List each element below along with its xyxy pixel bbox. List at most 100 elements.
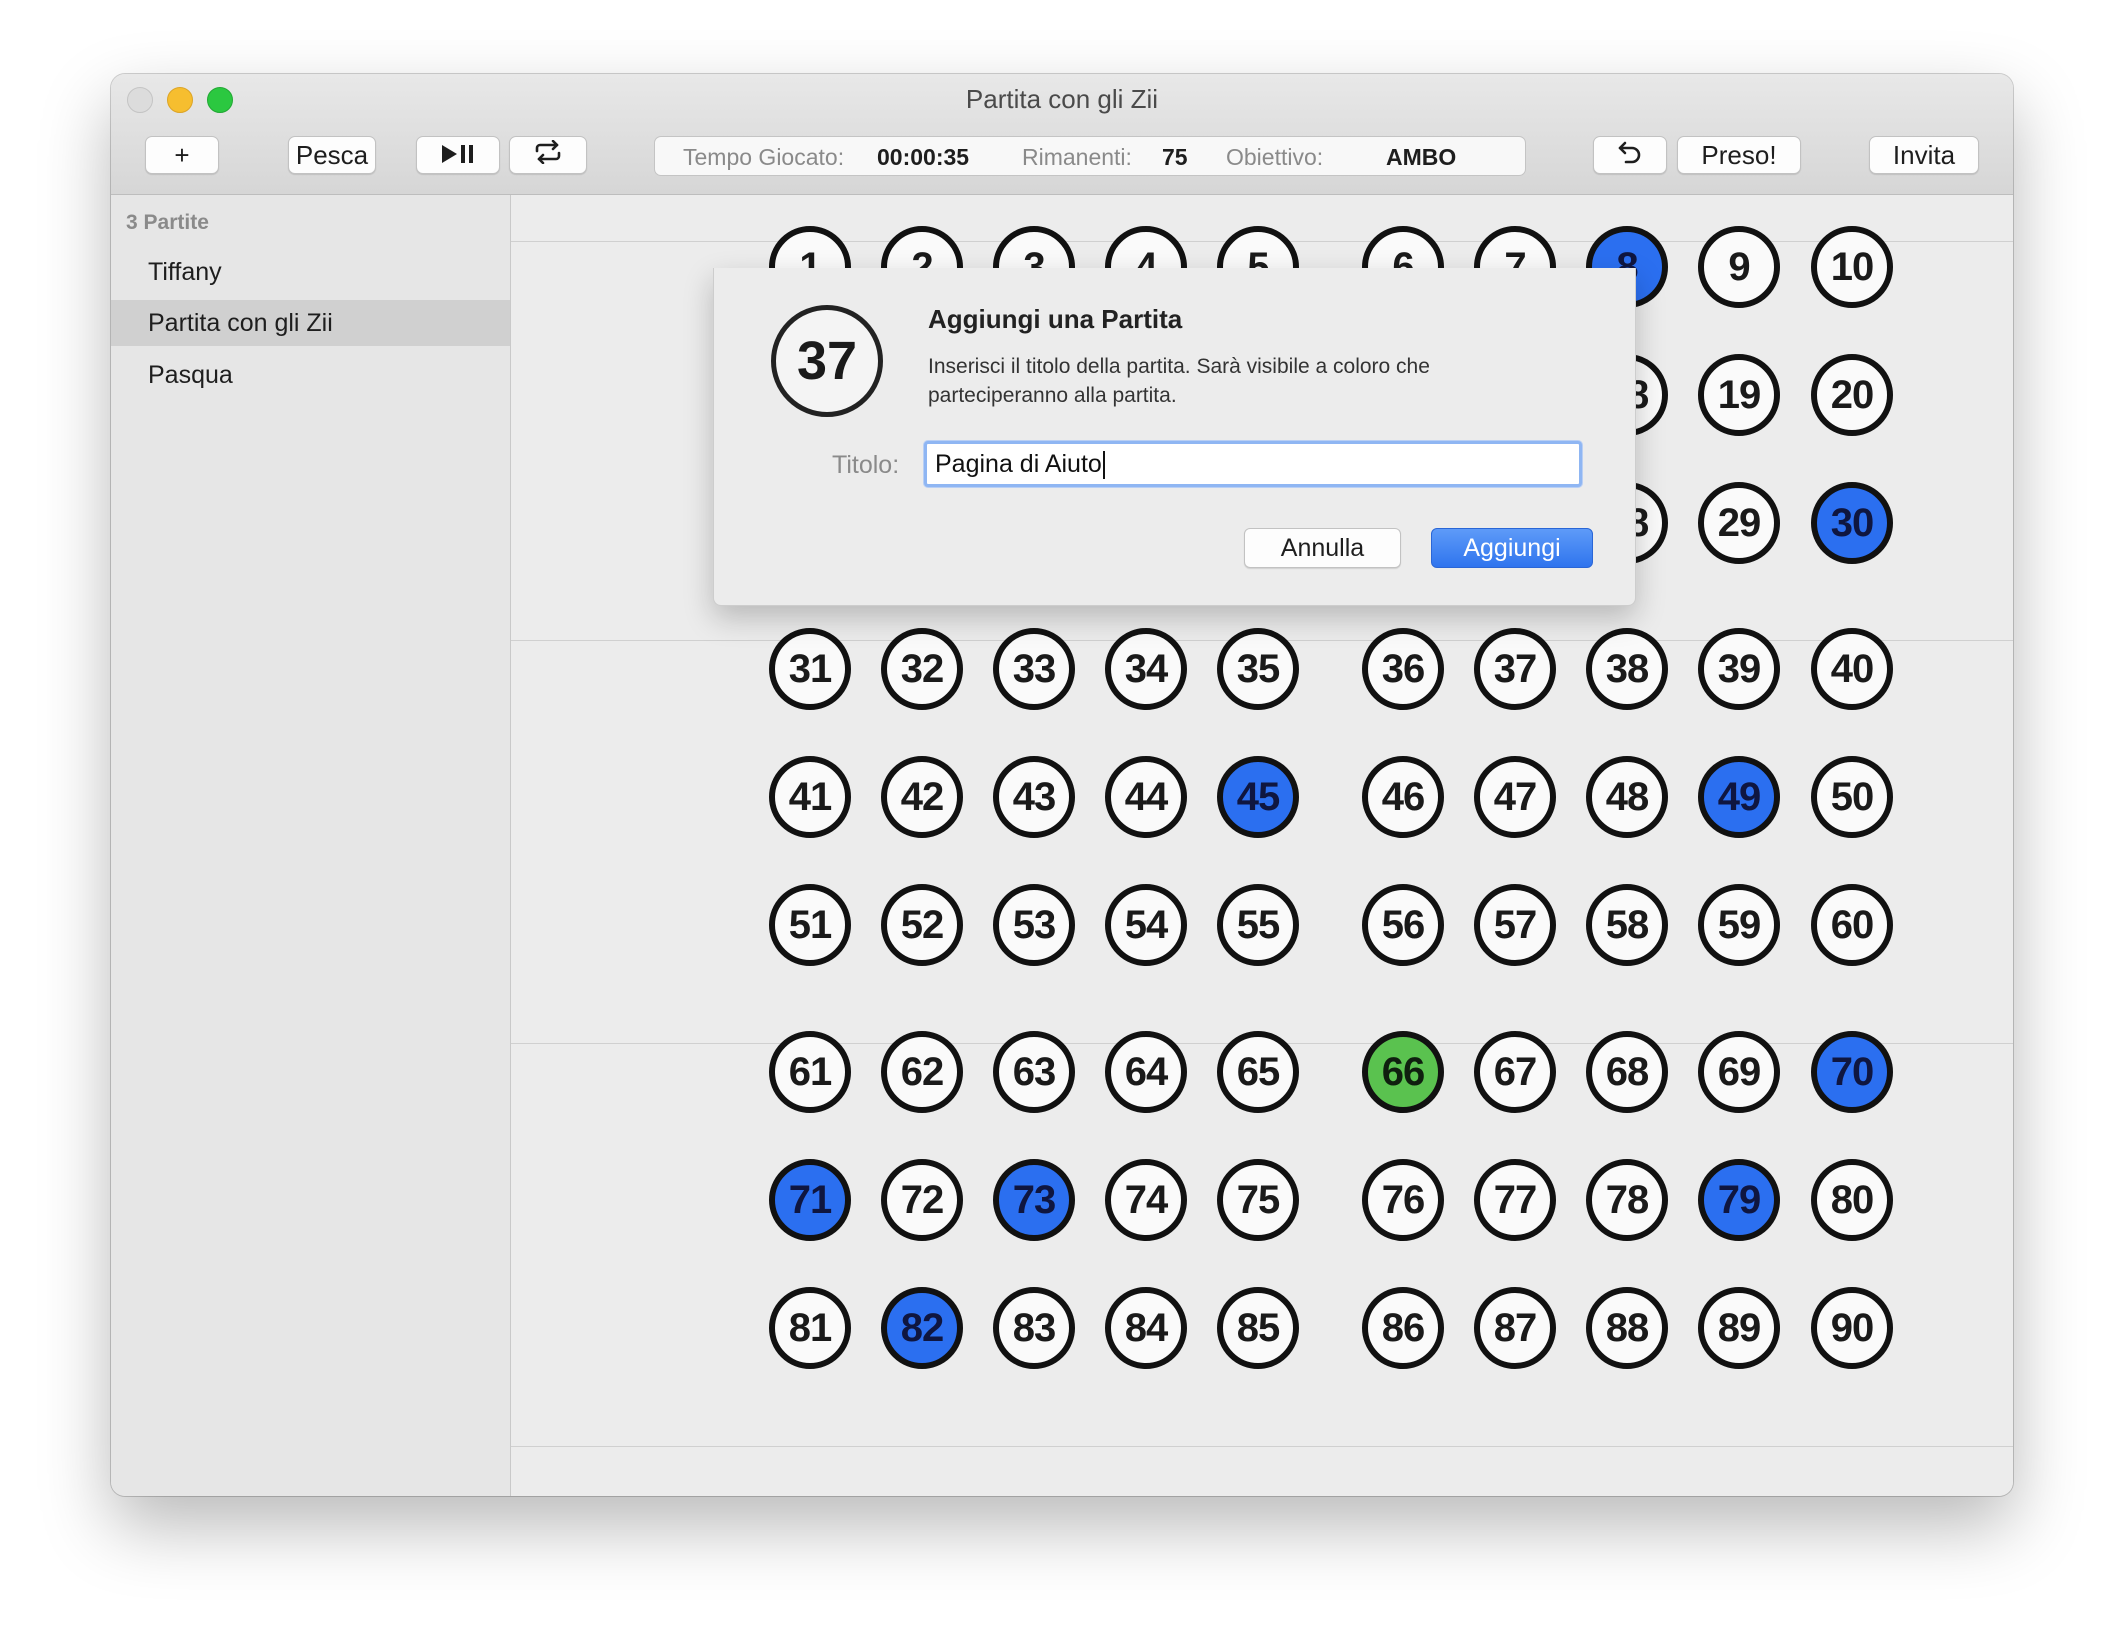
number-ball-71[interactable]: 71 — [769, 1159, 851, 1241]
number-ball-59[interactable]: 59 — [1698, 884, 1780, 966]
number-ball-75[interactable]: 75 — [1217, 1159, 1299, 1241]
number-ball-48[interactable]: 48 — [1586, 756, 1668, 838]
number-ball-81[interactable]: 81 — [769, 1287, 851, 1369]
number-ball-86[interactable]: 86 — [1362, 1287, 1444, 1369]
number-ball-82[interactable]: 82 — [881, 1287, 963, 1369]
number-ball-66[interactable]: 66 — [1362, 1031, 1444, 1113]
number-ball-9[interactable]: 9 — [1698, 226, 1780, 308]
number-ball-49[interactable]: 49 — [1698, 756, 1780, 838]
sidebar-item-pasqua[interactable]: Pasqua — [111, 352, 510, 398]
number-ball-61[interactable]: 61 — [769, 1031, 851, 1113]
title-field-label: Titolo: — [832, 451, 900, 479]
play-pause-icon — [440, 140, 476, 171]
number-ball-70[interactable]: 70 — [1811, 1031, 1893, 1113]
bingo-button[interactable]: Preso! — [1677, 136, 1801, 174]
sidebar: 3 Partite Tiffany Partita con gli Zii Pa… — [111, 195, 511, 1496]
number-ball-69[interactable]: 69 — [1698, 1031, 1780, 1113]
number-ball-79[interactable]: 79 — [1698, 1159, 1780, 1241]
text-caret — [1102, 451, 1105, 480]
draw-button[interactable]: Pesca — [288, 136, 376, 174]
number-ball-34[interactable]: 34 — [1105, 628, 1187, 710]
number-ball-47[interactable]: 47 — [1474, 756, 1556, 838]
number-ball-37[interactable]: 37 — [1474, 628, 1556, 710]
dialog-message: Inserisci il titolo della partita. Sarà … — [928, 355, 1430, 407]
cancel-button[interactable]: Annulla — [1244, 528, 1401, 568]
number-ball-68[interactable]: 68 — [1586, 1031, 1668, 1113]
number-ball-80[interactable]: 80 — [1811, 1159, 1893, 1241]
number-ball-20[interactable]: 20 — [1811, 354, 1893, 436]
number-ball-63[interactable]: 63 — [993, 1031, 1075, 1113]
sidebar-item-tiffany[interactable]: Tiffany — [111, 249, 510, 295]
remaining-value: 75 — [1162, 144, 1188, 170]
number-ball-90[interactable]: 90 — [1811, 1287, 1893, 1369]
time-played-value: 00:00:35 — [877, 144, 970, 170]
section-divider — [511, 1446, 2013, 1447]
number-ball-54[interactable]: 54 — [1105, 884, 1187, 966]
add-button[interactable]: Aggiungi — [1431, 528, 1593, 568]
number-ball-62[interactable]: 62 — [881, 1031, 963, 1113]
number-ball-19[interactable]: 19 — [1698, 354, 1780, 436]
number-ball-74[interactable]: 74 — [1105, 1159, 1187, 1241]
repeat-icon — [533, 139, 563, 171]
number-ball-43[interactable]: 43 — [993, 756, 1075, 838]
invite-button[interactable]: Invita — [1869, 136, 1979, 174]
number-ball-32[interactable]: 32 — [881, 628, 963, 710]
number-ball-87[interactable]: 87 — [1474, 1287, 1556, 1369]
number-ball-36[interactable]: 36 — [1362, 628, 1444, 710]
number-ball-85[interactable]: 85 — [1217, 1287, 1299, 1369]
number-ball-58[interactable]: 58 — [1586, 884, 1668, 966]
number-ball-39[interactable]: 39 — [1698, 628, 1780, 710]
number-ball-40[interactable]: 40 — [1811, 628, 1893, 710]
title-input[interactable]: Pagina di Aiuto — [924, 441, 1582, 487]
add-game-button[interactable]: + — [145, 136, 219, 174]
number-ball-83[interactable]: 83 — [993, 1287, 1075, 1369]
window-title: Partita con gli Zii — [965, 84, 1159, 114]
titlebar: Partita con gli Zii + Pesca Tempo Giocat… — [111, 74, 2013, 195]
number-ball-77[interactable]: 77 — [1474, 1159, 1556, 1241]
goal-value: AMBO — [1386, 144, 1457, 170]
number-ball-41[interactable]: 41 — [769, 756, 851, 838]
number-ball-55[interactable]: 55 — [1217, 884, 1299, 966]
number-ball-50[interactable]: 50 — [1811, 756, 1893, 838]
time-played-label: Tempo Giocato: — [683, 144, 845, 170]
number-ball-35[interactable]: 35 — [1217, 628, 1299, 710]
add-game-dialog: 37 Aggiungi una Partita Inserisci il tit… — [713, 268, 1636, 606]
number-ball-64[interactable]: 64 — [1105, 1031, 1187, 1113]
number-ball-46[interactable]: 46 — [1362, 756, 1444, 838]
number-ball-78[interactable]: 78 — [1586, 1159, 1668, 1241]
number-ball-38[interactable]: 38 — [1586, 628, 1668, 710]
number-ball-10[interactable]: 10 — [1811, 226, 1893, 308]
number-ball-89[interactable]: 89 — [1698, 1287, 1780, 1369]
sidebar-header: 3 Partite — [126, 211, 209, 234]
dialog-ball-icon: 37 — [771, 305, 883, 417]
number-ball-30[interactable]: 30 — [1811, 482, 1893, 564]
title-input-value: Pagina di Aiuto — [935, 450, 1102, 478]
undo-icon — [1617, 140, 1643, 171]
goal-label: Obiettivo: — [1226, 144, 1324, 170]
number-ball-44[interactable]: 44 — [1105, 756, 1187, 838]
number-ball-57[interactable]: 57 — [1474, 884, 1556, 966]
number-ball-65[interactable]: 65 — [1217, 1031, 1299, 1113]
number-ball-42[interactable]: 42 — [881, 756, 963, 838]
number-ball-60[interactable]: 60 — [1811, 884, 1893, 966]
number-ball-72[interactable]: 72 — [881, 1159, 963, 1241]
play-pause-button[interactable] — [416, 136, 500, 174]
number-ball-33[interactable]: 33 — [993, 628, 1075, 710]
number-ball-67[interactable]: 67 — [1474, 1031, 1556, 1113]
number-ball-45[interactable]: 45 — [1217, 756, 1299, 838]
number-ball-52[interactable]: 52 — [881, 884, 963, 966]
number-ball-53[interactable]: 53 — [993, 884, 1075, 966]
game-status-bar: Tempo Giocato: 00:00:35 Rimanenti: 75 Ob… — [654, 136, 1526, 176]
number-ball-51[interactable]: 51 — [769, 884, 851, 966]
number-ball-31[interactable]: 31 — [769, 628, 851, 710]
number-ball-73[interactable]: 73 — [993, 1159, 1075, 1241]
sidebar-item-partita-con-gli-zii[interactable]: Partita con gli Zii — [111, 300, 510, 346]
number-ball-84[interactable]: 84 — [1105, 1287, 1187, 1369]
number-ball-88[interactable]: 88 — [1586, 1287, 1668, 1369]
number-ball-76[interactable]: 76 — [1362, 1159, 1444, 1241]
number-ball-29[interactable]: 29 — [1698, 482, 1780, 564]
undo-button[interactable] — [1593, 136, 1667, 174]
number-ball-56[interactable]: 56 — [1362, 884, 1444, 966]
remaining-label: Rimanenti: — [1022, 144, 1132, 170]
repeat-button[interactable] — [509, 136, 587, 174]
